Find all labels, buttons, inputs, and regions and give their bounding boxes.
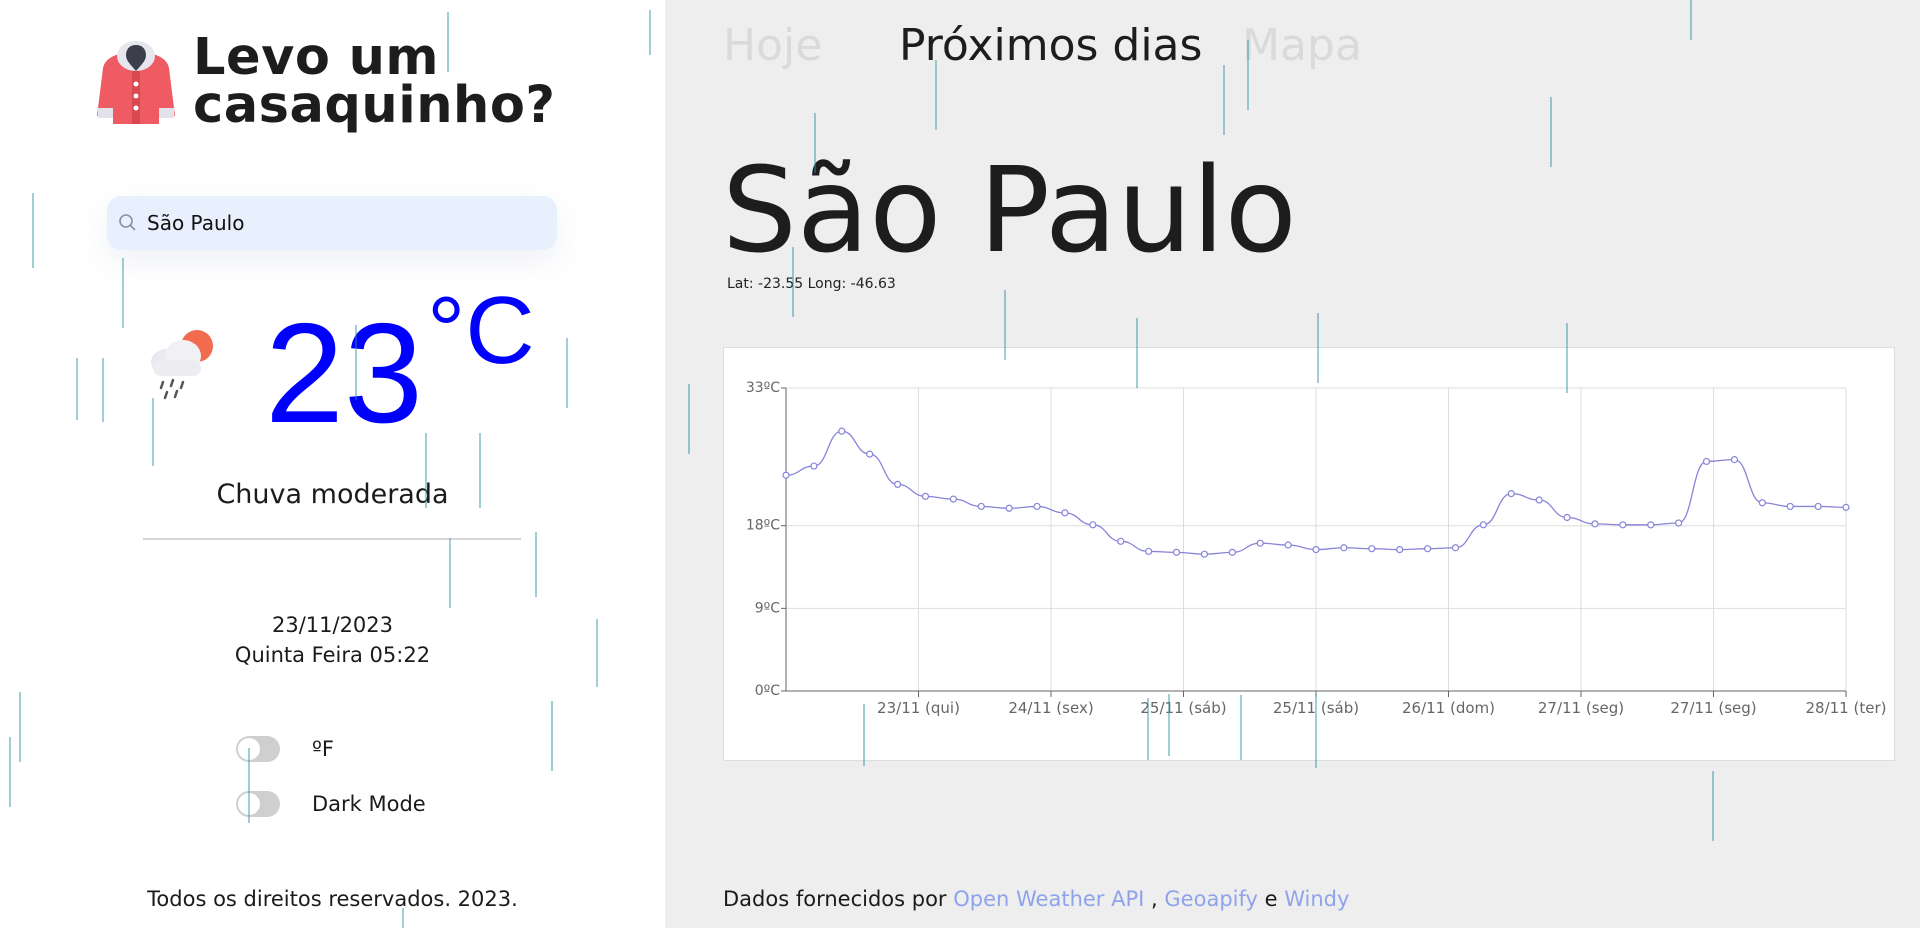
credits-separator-comma: , xyxy=(1151,887,1158,911)
dark-mode-label: Dark Mode xyxy=(312,792,426,816)
x-tick-label: 28/11 (ter) xyxy=(1806,699,1887,717)
temperature-value: 23 xyxy=(265,294,423,453)
y-tick-label: 33ºC xyxy=(746,380,780,396)
x-tick-label: 25/11 (sáb) xyxy=(1140,699,1226,717)
date-block: 23/11/2023 Quinta Feira 05:22 xyxy=(140,610,525,670)
data-point xyxy=(838,427,846,435)
data-credits: Dados fornecidos por Open Weather API , … xyxy=(723,887,1349,911)
app-title: Levo um casaquinho? xyxy=(193,32,555,131)
data-point xyxy=(1312,546,1320,554)
data-point xyxy=(893,480,902,489)
data-point xyxy=(1089,521,1097,529)
data-point xyxy=(1619,521,1627,529)
y-tick-label: 9ºC xyxy=(755,600,781,616)
x-tick-label: 25/11 (sáb) xyxy=(1273,699,1359,717)
data-point xyxy=(1061,509,1069,517)
data-point xyxy=(1675,519,1683,527)
brand: Levo um casaquinho? xyxy=(95,32,655,134)
jacket-icon xyxy=(97,41,175,124)
link-open-weather[interactable]: Open Weather API xyxy=(953,887,1144,911)
search-input[interactable] xyxy=(147,196,547,250)
data-point xyxy=(1786,502,1794,511)
data-point xyxy=(1228,548,1236,556)
data-point xyxy=(1005,504,1013,512)
coordinates: Lat: -23.55 Long: -46.63 xyxy=(727,276,896,292)
data-point xyxy=(1256,539,1264,547)
fahrenheit-label: ºF xyxy=(312,737,334,761)
x-tick-label: 27/11 (seg) xyxy=(1538,699,1624,717)
data-point xyxy=(1842,503,1850,511)
toggle-knob xyxy=(238,793,260,815)
data-point xyxy=(1284,541,1292,549)
x-tick-label: 23/11 (qui) xyxy=(877,699,960,717)
data-point xyxy=(1423,545,1432,553)
data-point xyxy=(1730,456,1739,464)
link-windy[interactable]: Windy xyxy=(1284,887,1349,911)
search-box[interactable] xyxy=(107,196,557,250)
weather-description: Chuva moderada xyxy=(216,479,449,510)
data-point xyxy=(1145,547,1153,556)
data-point xyxy=(1647,521,1655,529)
data-point xyxy=(1702,457,1711,466)
data-point xyxy=(866,450,874,458)
city-name: São Paulo xyxy=(722,141,1297,279)
copyright: Todos os direitos reservados. 2023. xyxy=(147,887,518,911)
fahrenheit-toggle[interactable] xyxy=(236,736,280,762)
data-point xyxy=(1396,546,1404,554)
data-point xyxy=(1117,537,1125,545)
data-point xyxy=(1340,544,1348,552)
main-panel: Hoje Próximos dias Mapa São Paulo Lat: -… xyxy=(665,0,1920,928)
current-weekday-time: Quinta Feira 05:22 xyxy=(234,643,431,667)
app-title-line2: casaquinho? xyxy=(193,76,556,135)
data-point xyxy=(1563,513,1571,522)
tab-mapa[interactable]: Mapa xyxy=(1242,18,1362,74)
data-point xyxy=(977,502,985,511)
data-point xyxy=(921,492,930,500)
cloud-rain-sun-icon xyxy=(151,330,213,400)
y-tick-label: 18ºC xyxy=(746,518,780,534)
current-temperature: 23°C xyxy=(265,283,535,445)
data-point xyxy=(1479,521,1487,529)
data-point xyxy=(1033,502,1041,511)
forecast-chart-svg: 0ºC 9ºC 18ºC 33ºC 23/11 (qui) 24/11 (sex) 25/1… xyxy=(746,380,1887,717)
credits-separator-e: e xyxy=(1264,887,1278,911)
tab-proximos-dias[interactable]: Próximos dias xyxy=(899,18,1202,74)
data-point xyxy=(782,471,790,479)
x-tick-label: 26/11 (dom) xyxy=(1402,699,1495,717)
data-point xyxy=(1200,550,1209,558)
data-point xyxy=(1172,548,1181,556)
data-point xyxy=(810,462,818,470)
data-point xyxy=(1591,520,1599,528)
sidebar: Levo um casaquinho? 23°C Chuva moderada … xyxy=(0,0,665,928)
link-geoapify[interactable]: Geoapify xyxy=(1164,887,1258,911)
tab-hoje[interactable]: Hoje xyxy=(723,18,822,74)
data-point xyxy=(1758,499,1766,507)
search-icon xyxy=(119,214,136,231)
forecast-chart: 0ºC 9ºC 18ºC 33ºC 23/11 (qui) 24/11 (sex) 25/1… xyxy=(723,347,1895,761)
x-tick-label: 24/11 (sex) xyxy=(1008,699,1093,717)
temperature-unit: °C xyxy=(426,277,535,384)
y-tick-label: 0ºC xyxy=(755,683,781,699)
data-point xyxy=(1814,502,1822,511)
toggle-knob xyxy=(238,738,260,760)
data-point xyxy=(1451,544,1460,552)
divider xyxy=(143,538,521,540)
data-point xyxy=(1535,496,1543,504)
dark-mode-toggle[interactable] xyxy=(236,791,280,817)
current-date: 23/11/2023 xyxy=(271,613,394,637)
data-point xyxy=(1507,489,1515,498)
x-tick-label: 27/11 (seg) xyxy=(1670,699,1756,717)
credits-prefix: Dados fornecidos por xyxy=(723,887,947,911)
data-point xyxy=(949,495,957,503)
data-point xyxy=(1368,545,1376,553)
